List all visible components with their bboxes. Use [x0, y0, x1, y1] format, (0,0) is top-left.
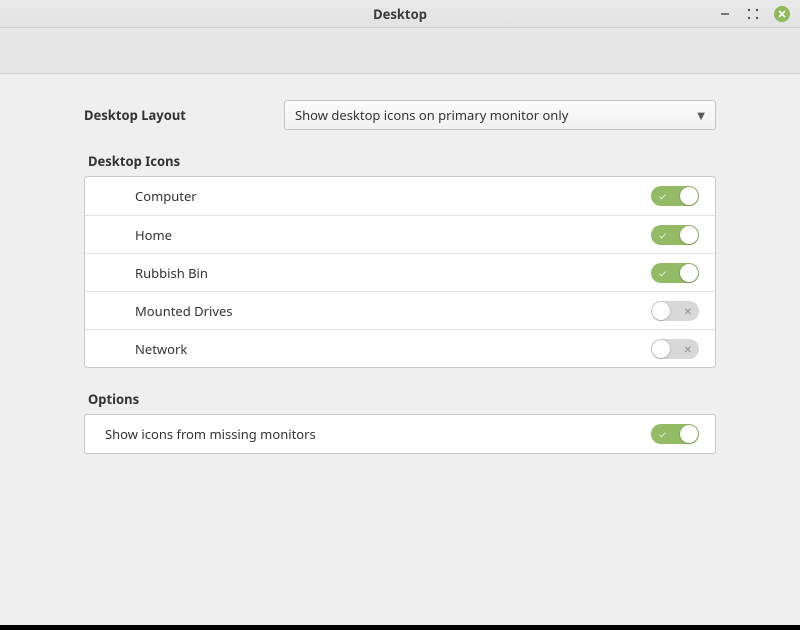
maximize-button[interactable] [746, 7, 760, 21]
desktop-icons-list: Computer ✓ Home ✓ Rubbish Bin ✓ Mounted Drives… [84, 176, 716, 368]
desktop-layout-row: Desktop Layout Show desktop icons on pri… [84, 100, 716, 130]
toggle-rubbish-bin[interactable]: ✓ [651, 263, 699, 283]
switch-knob [652, 302, 670, 320]
minimize-icon [720, 9, 730, 19]
desktop-layout-dropdown[interactable]: Show desktop icons on primary monitor on… [284, 100, 716, 130]
settings-window: Desktop Deskto [0, 0, 800, 625]
check-icon: ✓ [659, 268, 666, 278]
maximize-icon [747, 8, 759, 20]
header-bar [0, 28, 800, 74]
x-icon: ✕ [684, 344, 692, 354]
switch-knob [680, 425, 698, 443]
list-item: Network ✕ [85, 329, 715, 367]
list-item: Computer ✓ [85, 177, 715, 215]
list-item-label: Computer [135, 187, 651, 205]
close-icon [778, 10, 786, 18]
content-area: Desktop Layout Show desktop icons on pri… [0, 74, 800, 625]
switch-knob [680, 187, 698, 205]
check-icon: ✓ [659, 191, 666, 201]
toggle-computer[interactable]: ✓ [651, 186, 699, 206]
check-icon: ✓ [659, 429, 666, 439]
list-item: Mounted Drives ✕ [85, 291, 715, 329]
check-icon: ✓ [659, 230, 666, 240]
toggle-mounted-drives[interactable]: ✕ [651, 301, 699, 321]
desktop-layout-selected: Show desktop icons on primary monitor on… [295, 106, 697, 124]
toggle-home[interactable]: ✓ [651, 225, 699, 245]
list-item-label: Rubbish Bin [135, 264, 651, 282]
list-item: Show icons from missing monitors ✓ [85, 415, 715, 453]
list-item: Rubbish Bin ✓ [85, 253, 715, 291]
options-header: Options [88, 390, 716, 408]
list-item-label: Network [135, 340, 651, 358]
window-title: Desktop [0, 5, 800, 23]
close-button[interactable] [774, 6, 790, 22]
list-item: Home ✓ [85, 215, 715, 253]
x-icon: ✕ [684, 306, 692, 316]
window-controls [718, 6, 800, 22]
minimize-button[interactable] [718, 7, 732, 21]
desktop-layout-label: Desktop Layout [84, 106, 264, 124]
list-item-label: Show icons from missing monitors [105, 425, 651, 443]
switch-knob [680, 264, 698, 282]
chevron-down-icon: ▼ [697, 108, 705, 122]
switch-knob [652, 340, 670, 358]
options-list: Show icons from missing monitors ✓ [84, 414, 716, 454]
toggle-network[interactable]: ✕ [651, 339, 699, 359]
toggle-show-icons-from-missing-monitors[interactable]: ✓ [651, 424, 699, 444]
desktop-icons-header: Desktop Icons [88, 152, 716, 170]
titlebar: Desktop [0, 0, 800, 28]
list-item-label: Home [135, 226, 651, 244]
list-item-label: Mounted Drives [135, 302, 651, 320]
switch-knob [680, 226, 698, 244]
